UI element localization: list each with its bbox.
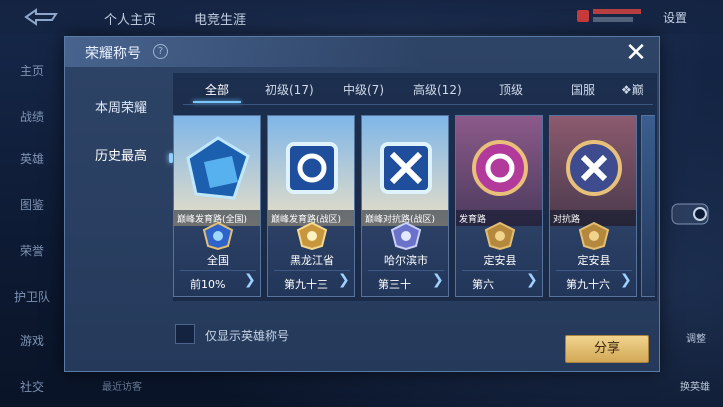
- tab-top[interactable]: 顶级: [499, 81, 523, 98]
- hero-title-only-checkbox[interactable]: [175, 324, 195, 344]
- chevron-right-icon[interactable]: ❯: [338, 272, 350, 288]
- back-icon[interactable]: [22, 8, 62, 26]
- top-tab-profile[interactable]: 个人主页: [104, 9, 156, 28]
- card-rank: 第三十: [378, 278, 411, 291]
- title-card[interactable]: 巅峰对抗路(战区) 哈尔滨市 第三十 ❯: [361, 115, 449, 297]
- hero-title-only-label[interactable]: 仅显示英雄称号: [205, 327, 289, 344]
- card-region: 定安县: [577, 254, 611, 267]
- nav-item-home[interactable]: 主页: [0, 62, 64, 79]
- sidebar-item-weekly[interactable]: 本周荣耀: [73, 95, 169, 123]
- top-tab-esports[interactable]: 电竞生涯: [194, 9, 246, 28]
- sidebar-item-history-best[interactable]: 历史最高: [73, 143, 169, 171]
- rank-badge-icon: [390, 222, 422, 250]
- card-rank: 第九十三: [284, 278, 328, 291]
- title-card[interactable]: 巅峰发育路(战区) 黑龙江省 第九十三 ❯: [267, 115, 355, 297]
- notification-icon[interactable]: [577, 6, 643, 26]
- top-bar: 个人主页 电竞生涯 设置: [0, 0, 723, 34]
- recent-visitors-label[interactable]: 最近访客: [102, 378, 142, 393]
- honor-title-dialog: 荣耀称号 ? ✕ 本周荣耀 历史最高 全部 初级(17) 中级(7) 高级(12…: [64, 36, 661, 372]
- card-rank: 第六: [472, 278, 494, 291]
- adjust-label[interactable]: 调整: [686, 330, 706, 345]
- tab-beginner[interactable]: 初级(17): [265, 81, 314, 98]
- change-hero-label[interactable]: 换英雄: [680, 378, 710, 393]
- chevron-right-icon[interactable]: ❯: [244, 272, 256, 288]
- close-icon[interactable]: ✕: [625, 40, 647, 66]
- card-title: 对抗路: [553, 215, 581, 225]
- share-button[interactable]: 分享: [565, 335, 649, 363]
- nav-item-social[interactable]: 社交: [0, 378, 64, 395]
- rank-badge-icon: [202, 222, 234, 250]
- nav-item-records[interactable]: 战绩: [0, 108, 64, 125]
- nav-item-guard[interactable]: 护卫队: [0, 288, 64, 305]
- nav-item-atlas[interactable]: 图鉴: [0, 196, 64, 213]
- card-region: 定安县: [483, 254, 517, 267]
- title-card[interactable]: 发育路 定安县 第六 ❯: [455, 115, 543, 297]
- title-content-panel: 全部 初级(17) 中级(7) 高级(12) 顶级 国服 ❖巅 巅峰发育路(全国…: [173, 73, 657, 301]
- card-rank: 第九十六: [566, 278, 610, 291]
- settings-button[interactable]: 设置: [663, 9, 687, 26]
- help-icon[interactable]: ?: [153, 44, 168, 59]
- card-region: 黑龙江省: [290, 254, 334, 267]
- card-title: 发育路: [459, 215, 487, 225]
- title-card[interactable]: 巅峰发育路(全国) 全国 前10% ❯: [173, 115, 261, 297]
- card-rank: 前10%: [190, 278, 226, 291]
- chevron-right-icon[interactable]: ❯: [526, 272, 538, 288]
- nav-item-honor[interactable]: 荣誉: [0, 242, 64, 259]
- chevron-right-icon[interactable]: ❯: [432, 272, 444, 288]
- active-tab-underline: [193, 101, 241, 103]
- rank-badge-icon: [578, 222, 610, 250]
- card-region: 全国: [207, 254, 229, 267]
- tab-all[interactable]: 全部: [205, 81, 229, 98]
- rank-badge-icon: [296, 222, 328, 250]
- title-card-partial[interactable]: [641, 115, 655, 297]
- title-card[interactable]: 对抗路 定安县 第九十六 ❯: [549, 115, 637, 297]
- tab-intermediate[interactable]: 中级(7): [343, 81, 384, 98]
- tab-advanced[interactable]: 高级(12): [413, 81, 462, 98]
- rank-badge-icon: [484, 222, 516, 250]
- nav-item-heroes[interactable]: 英雄: [0, 150, 64, 167]
- tab-national[interactable]: 国服: [571, 81, 595, 98]
- tabs-divider: [183, 104, 653, 105]
- chevron-right-icon[interactable]: ❯: [620, 272, 632, 288]
- camera-icon[interactable]: [670, 200, 710, 228]
- nav-item-games[interactable]: 游戏: [0, 332, 64, 349]
- card-region: 哈尔滨市: [384, 254, 428, 267]
- dialog-title: 荣耀称号: [85, 46, 141, 62]
- tab-peak[interactable]: ❖巅: [621, 81, 644, 98]
